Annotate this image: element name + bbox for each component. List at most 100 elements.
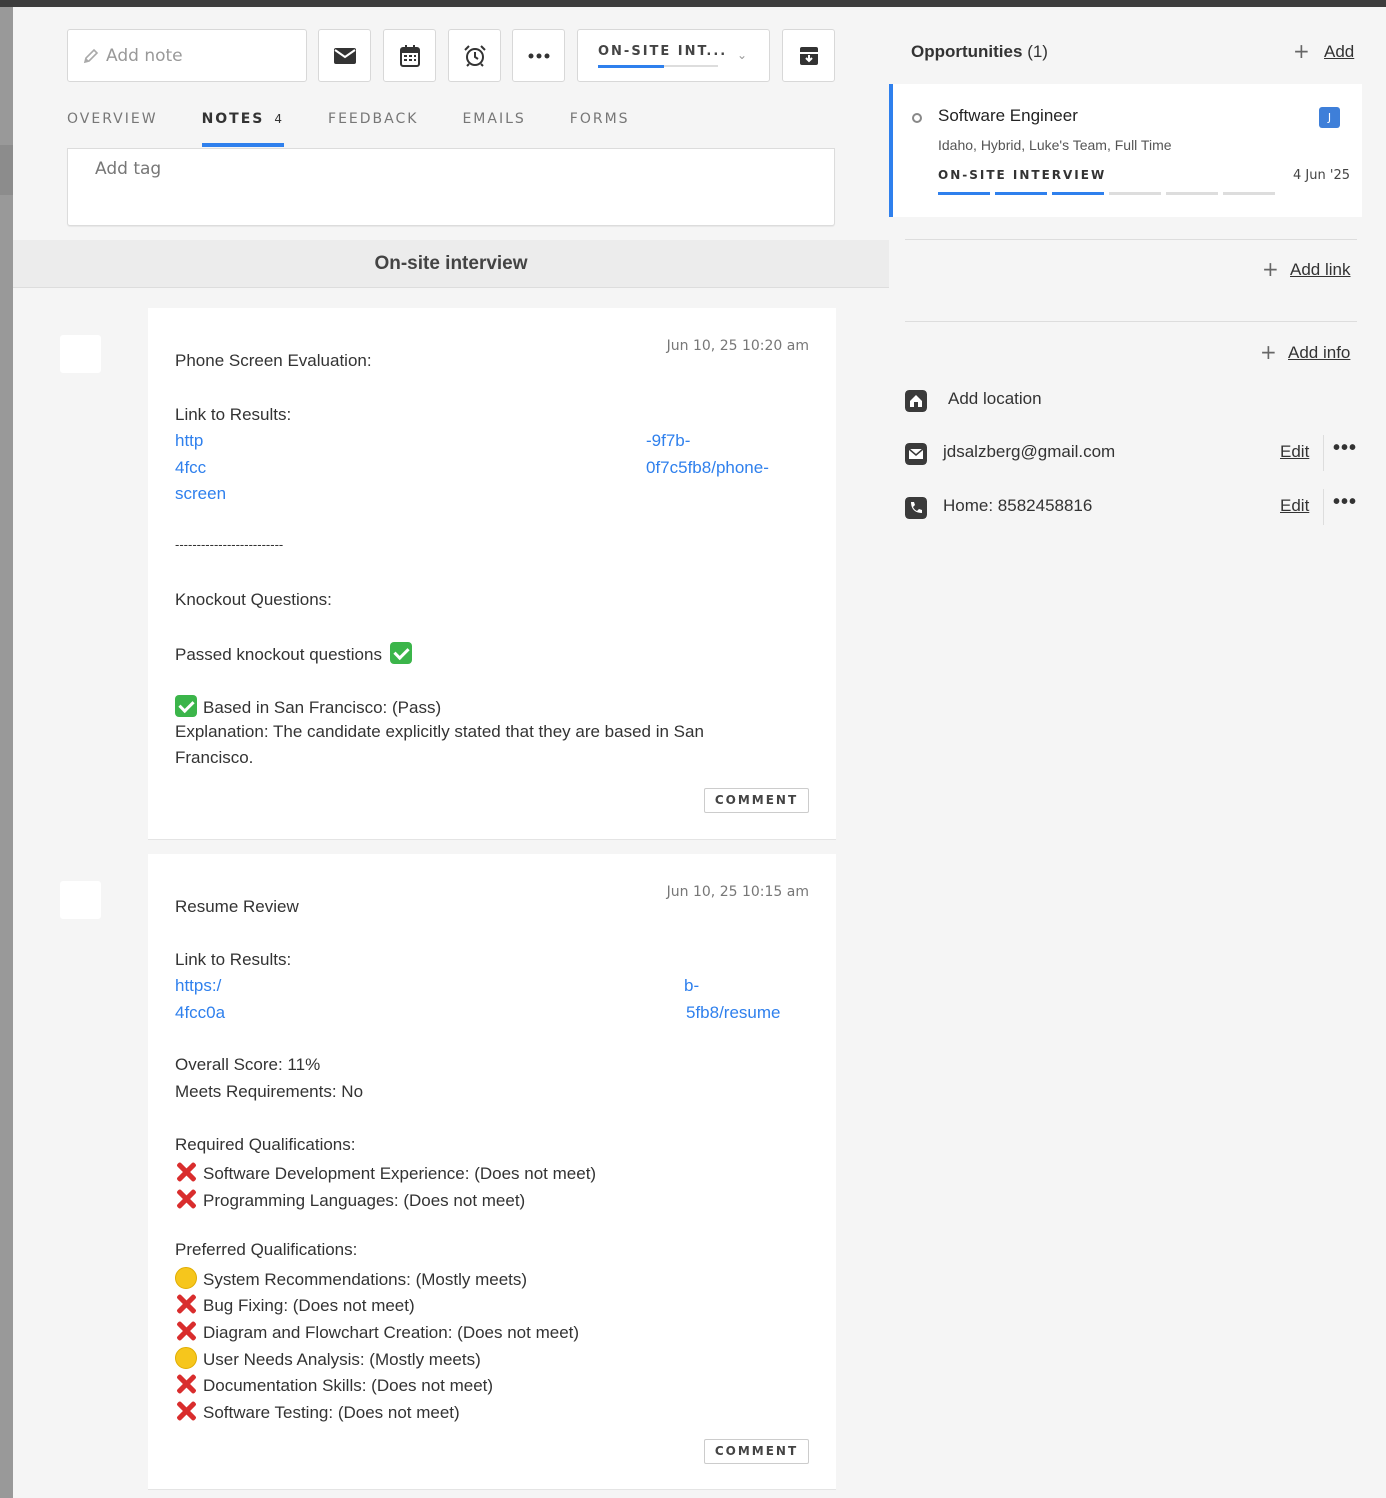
stage-progress-fill (598, 65, 664, 68)
passed-knockout-text: Passed knockout questions (175, 645, 382, 664)
link-label: Link to Results: (175, 950, 292, 969)
add-note-input[interactable]: Add note (67, 29, 307, 82)
note-author-avatar (60, 881, 101, 919)
window-top-bar (0, 0, 1386, 7)
profile-tabs: OVERVIEW NOTES 4 FEEDBACK EMAILS FORMS (67, 107, 674, 149)
opportunities-label: Opportunities (911, 42, 1023, 61)
tab-forms-label: FORMS (569, 111, 630, 127)
note-separator: ------------------------- (175, 537, 284, 552)
x-mark-icon (175, 1400, 197, 1422)
results-link[interactable]: http (175, 431, 203, 451)
add-location-placeholder: Add location (948, 389, 1042, 408)
note-title: Resume Review (175, 897, 299, 916)
tab-notes[interactable]: NOTES 4 (201, 107, 285, 147)
status-ring-icon (912, 113, 922, 123)
opportunity-details: Idaho, Hybrid, Luke's Team, Full Time (938, 137, 1172, 153)
tab-feedback-label: FEEDBACK (328, 111, 419, 127)
add-tag-placeholder: Add tag (95, 159, 162, 179)
section-heading: On-site interview (13, 240, 889, 288)
main-panel: Add note ON-SITE INT... ⌄ OVERVIEW NOTES… (13, 7, 889, 1498)
results-link[interactable]: 5fb8/resume (686, 1003, 781, 1023)
edit-phone-button[interactable]: Edit (1280, 496, 1309, 516)
calendar-icon (399, 44, 420, 67)
x-mark-icon (175, 1293, 197, 1315)
qualification-row: Programming Languages: (Does not meet) (175, 1188, 525, 1211)
location-row[interactable]: Add location (905, 386, 1357, 416)
email-row: jdsalzberg@gmail.com Edit ••• (905, 435, 1357, 471)
email-more-icon[interactable]: ••• (1333, 437, 1357, 460)
tab-emails[interactable]: EMAILS (462, 107, 525, 147)
plus-icon: + (1293, 39, 1310, 63)
divider (905, 321, 1357, 322)
explanation-text: Explanation: The candidate explicitly st… (175, 722, 704, 741)
plus-icon: + (1260, 340, 1277, 364)
qualification-row: Software Testing: (Does not meet) (175, 1400, 460, 1423)
reminder-button[interactable] (448, 29, 501, 82)
qualification-text: Software Development Experience: (Does n… (203, 1164, 597, 1183)
passed-knockout: Passed knockout questions (175, 642, 418, 665)
divider (905, 239, 1357, 240)
archive-icon (799, 46, 818, 65)
ellipsis-icon (528, 53, 549, 58)
x-mark-icon (175, 1373, 197, 1395)
results-link[interactable]: -9f7b- (646, 431, 690, 451)
email-value: jdsalzberg@gmail.com (943, 442, 1116, 461)
qualification-text: Programming Languages: (Does not meet) (203, 1191, 526, 1210)
more-actions-button[interactable] (512, 29, 565, 82)
note-card: Jun 10, 25 10:15 am Resume Review Link t… (148, 854, 836, 1490)
knockout-result: Based in San Francisco: (Pass) (175, 695, 441, 718)
qualification-row: System Recommendations: (Mostly meets) (175, 1267, 527, 1290)
email-button[interactable] (318, 29, 371, 82)
preferred-title: Preferred Qualifications: (175, 1240, 358, 1259)
qualification-text: Bug Fixing: (Does not meet) (203, 1296, 415, 1315)
opportunity-stage: ON-SITE INTERVIEW (938, 168, 1107, 182)
add-link-button[interactable]: Add link (1290, 260, 1350, 280)
add-info-button[interactable]: Add info (1288, 343, 1350, 363)
stage-dropdown[interactable]: ON-SITE INT... ⌄ (577, 29, 770, 82)
stage-segment (1109, 192, 1161, 195)
location-icon (905, 390, 927, 412)
divider (1323, 489, 1324, 525)
qualification-row: Bug Fixing: (Does not meet) (175, 1293, 415, 1316)
add-tag-input[interactable]: Add tag (67, 148, 835, 226)
tab-emails-label: EMAILS (462, 111, 526, 127)
opportunity-card[interactable]: Software Engineer Idaho, Hybrid, Luke's … (889, 84, 1362, 217)
stage-segment (1166, 192, 1218, 195)
archive-button[interactable] (782, 29, 835, 82)
tab-overview[interactable]: OVERVIEW (67, 107, 158, 147)
results-link[interactable]: b- (684, 976, 699, 996)
note-card: Jun 10, 25 10:20 am Phone Screen Evaluat… (148, 308, 836, 840)
edit-email-button[interactable]: Edit (1280, 442, 1309, 462)
owner-badge[interactable]: J (1319, 107, 1340, 128)
phone-more-icon[interactable]: ••• (1333, 491, 1357, 514)
add-opportunity-button[interactable]: Add (1324, 42, 1354, 62)
opportunities-count: (1) (1027, 42, 1048, 61)
qualification-row: Diagram and Flowchart Creation: (Does no… (175, 1320, 579, 1343)
qualification-row: Documentation Skills: (Does not meet) (175, 1373, 493, 1396)
results-link[interactable]: 4fcc (175, 458, 206, 478)
results-link[interactable]: screen (175, 484, 226, 504)
meets-requirements: Meets Requirements: No (175, 1082, 364, 1101)
tab-notes-label: NOTES (201, 111, 265, 127)
qualification-text: Software Testing: (Does not meet) (203, 1403, 460, 1422)
check-icon (389, 642, 412, 664)
tab-feedback[interactable]: FEEDBACK (328, 107, 418, 147)
results-link[interactable]: https:/ (175, 976, 221, 996)
results-link[interactable]: 0f7c5fb8/phone- (646, 458, 769, 478)
overall-score: Overall Score: 11% (175, 1055, 321, 1074)
results-link[interactable]: 4fcc0a (175, 1003, 225, 1023)
comment-button[interactable]: COMMENT (704, 788, 809, 813)
qualification-row: User Needs Analysis: (Mostly meets) (175, 1347, 481, 1370)
schedule-button[interactable] (383, 29, 436, 82)
alarm-clock-icon (463, 44, 486, 67)
email-icon (905, 443, 927, 465)
comment-button[interactable]: COMMENT (704, 1439, 809, 1464)
tab-forms[interactable]: FORMS (570, 107, 630, 147)
divider (1323, 435, 1324, 471)
phone-icon (905, 497, 927, 519)
qualification-text: Documentation Skills: (Does not meet) (203, 1376, 494, 1395)
stage-segment (1052, 192, 1104, 195)
yellow-circle-icon (175, 1267, 197, 1289)
left-edge-marker (0, 145, 13, 195)
stage-progress-segments (938, 192, 1280, 195)
